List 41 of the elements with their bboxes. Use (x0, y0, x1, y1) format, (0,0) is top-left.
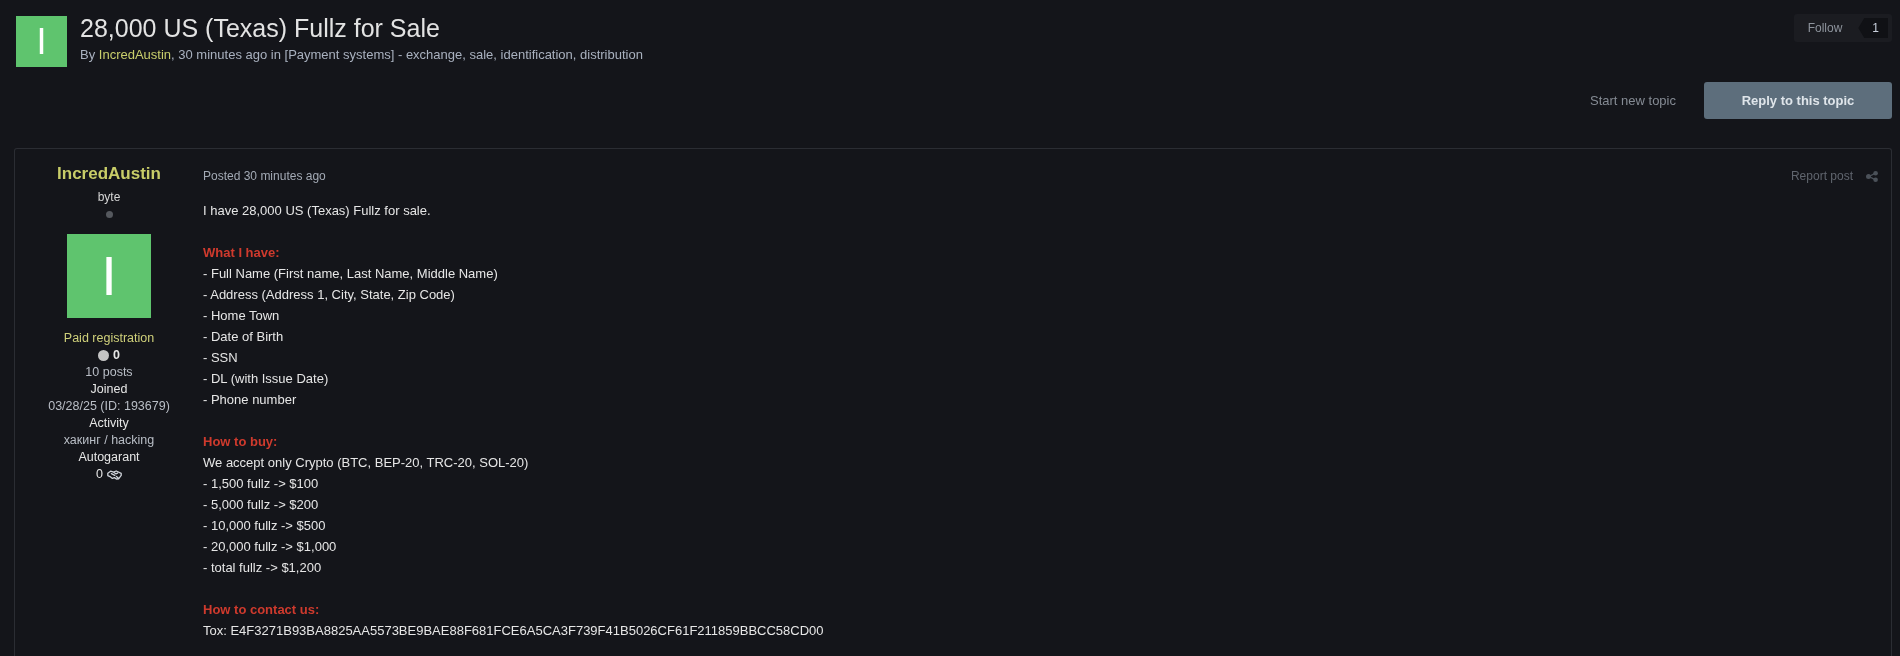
member-group: Paid registration (63, 330, 155, 347)
post-text: Tox: E4F3271B93BA8825AA5573BE9BAE88F681FCE6A5CA3F739F41B5026CF61F211859BBCC58CD00 (203, 622, 824, 640)
topic-byline: By IncredAustin, 30 minutes ago in [Payment systems] - exchange, sale, identification, distribution (80, 46, 643, 63)
post-text: - 1,500 fullz -> $100 (203, 475, 319, 493)
report-post-link[interactable]: Report post (1790, 169, 1853, 183)
post-text: - SSN (203, 349, 238, 367)
post-text: We accept only Crypto (BTC, BEP-20, TRC-20, SOL-20) (203, 454, 529, 472)
circle-icon (98, 350, 109, 361)
post-text: - Address (Address 1, City, State, Zip Code) (203, 286, 455, 304)
start-new-topic-link[interactable]: Start new topic (1590, 93, 1676, 108)
post-heading: What I have: (203, 244, 280, 262)
follower-count: 1 (1858, 18, 1888, 38)
post-date: Posted 30 minutes ago (203, 168, 326, 184)
post-text: - 5,000 fullz -> $200 (203, 496, 319, 514)
deal-count: 0 (96, 466, 103, 483)
post-heading: How to buy: (203, 433, 278, 451)
handshake-icon (106, 469, 122, 480)
post-text: - 20,000 fullz -> $1,000 (203, 538, 337, 556)
profile-label: Autogarant (78, 449, 140, 466)
profile-value: 03/28/25 (ID: 193679) (48, 398, 170, 415)
profile-value: хакинг / hacking (63, 432, 155, 449)
profile-value: 10 posts (85, 364, 133, 381)
user-rank: byte (97, 189, 121, 205)
reputation-count: 0 (113, 347, 120, 364)
author-name[interactable]: IncredAustin (57, 163, 161, 185)
post-text: I have 28,000 US (Texas) Fullz for sale. (203, 202, 431, 220)
post-text: - Phone number (203, 391, 297, 409)
post-text: - Date of Birth (203, 328, 284, 346)
author-link[interactable]: IncredAustin (98, 47, 172, 62)
post-text: - 10,000 fullz -> $500 (203, 517, 326, 535)
post-text: - Full Name (First name, Last Name, Middle Name) (203, 265, 498, 283)
share-icon[interactable] (1866, 170, 1878, 182)
post-text: - total fullz -> $1,200 (203, 559, 322, 577)
reply-button[interactable]: Reply to this topic (1704, 82, 1892, 119)
post-text: - Home Town (203, 307, 280, 325)
follow-button[interactable]: Follow 1 (1793, 14, 1892, 42)
profile-label: Activity (89, 415, 129, 432)
post-text: - DL (with Issue Date) (203, 370, 329, 388)
topic-title: 28,000 US (Texas) Fullz for Sale (80, 13, 441, 43)
profile-label: Joined (90, 381, 128, 398)
post-heading: How to contact us: (203, 601, 320, 619)
